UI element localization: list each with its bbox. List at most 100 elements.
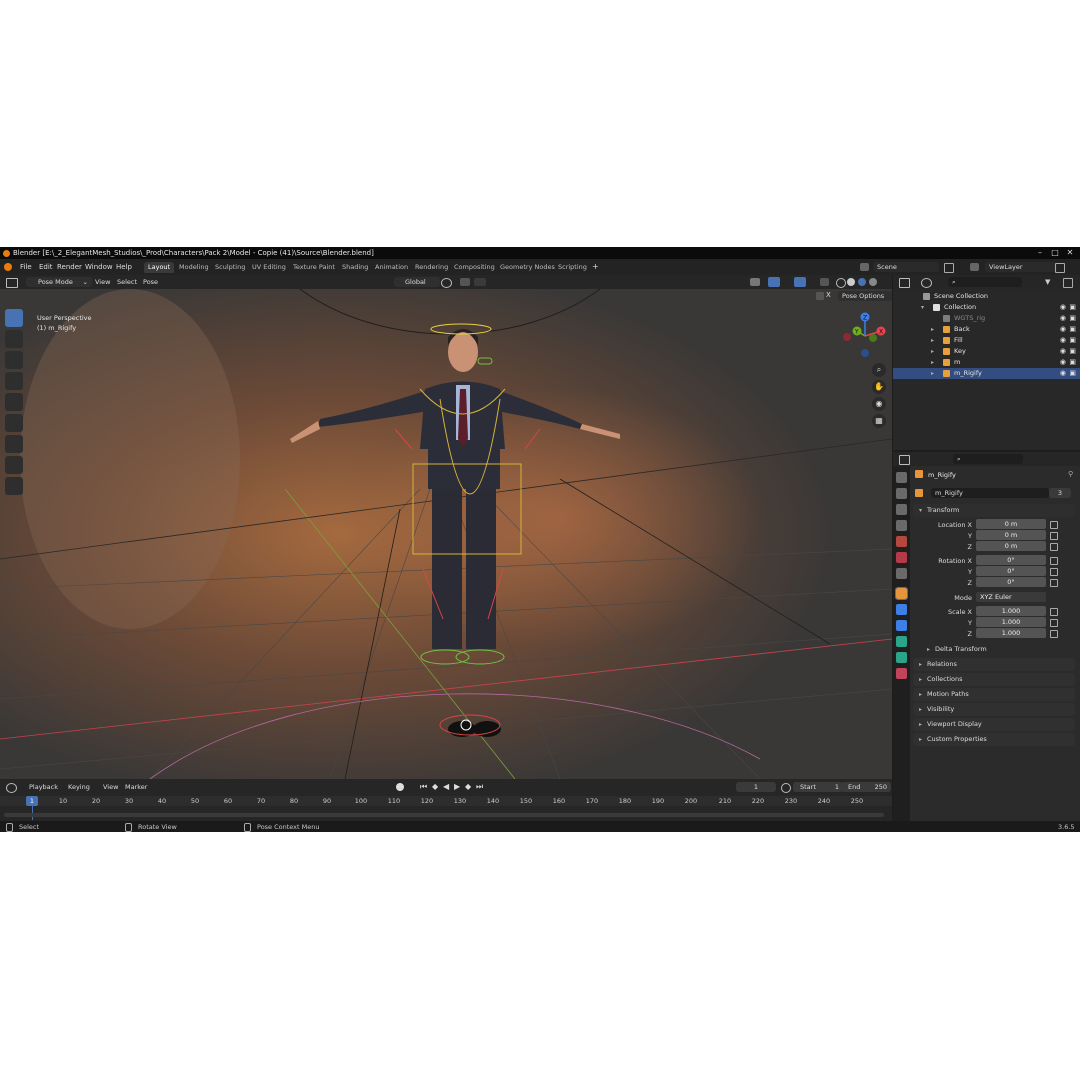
camera-render-icon[interactable]: ▣ <box>1069 335 1076 346</box>
menu-window[interactable]: Window <box>85 263 113 271</box>
xray-icon[interactable] <box>820 278 829 286</box>
scale-x-field[interactable]: 1.000 <box>976 606 1046 616</box>
eye-icon[interactable]: ◉ <box>1060 368 1066 379</box>
lock-icon[interactable] <box>1050 579 1058 587</box>
outliner-editor-icon[interactable] <box>899 278 910 288</box>
chevron-right-icon[interactable]: ▸ <box>931 357 934 368</box>
properties-editor-icon[interactable] <box>899 455 910 465</box>
gizmo-toggle-icon[interactable] <box>768 277 780 287</box>
object-name-field[interactable]: m_Rigify <box>931 488 1049 498</box>
transform-affect-icon[interactable] <box>816 292 824 300</box>
cursor-tool[interactable] <box>5 330 23 348</box>
tab-layout[interactable]: Layout <box>144 262 175 273</box>
menu-keying[interactable]: Keying <box>68 783 90 791</box>
maximize-button[interactable]: □ <box>1047 248 1063 258</box>
object-datablock-icon[interactable] <box>915 489 923 497</box>
rotate-tool[interactable] <box>5 372 23 390</box>
outliner-row[interactable]: ▸ m_Rigify ◉ ▣ <box>893 368 1080 379</box>
rotation-mode-dropdown[interactable]: XYZ Euler <box>976 592 1046 602</box>
end-frame-field[interactable]: End 250 <box>841 782 891 792</box>
jump-start-icon[interactable]: ⏮ <box>420 782 427 792</box>
tab-compositing[interactable]: Compositing <box>450 262 499 273</box>
new-collection-icon[interactable] <box>1063 278 1073 288</box>
custom-properties-panel[interactable]: ▸ Custom Properties <box>913 733 1075 746</box>
transform-panel-header[interactable]: ▾ Transform <box>913 504 1075 517</box>
editor-type-icon[interactable] <box>6 278 18 288</box>
outliner-row[interactable]: ▾ Collection ◉ ▣ <box>893 302 1080 313</box>
new-view-layer-icon[interactable] <box>1055 263 1065 273</box>
select-box-tool[interactable] <box>5 309 23 327</box>
timeline-editor-icon[interactable] <box>6 783 17 793</box>
viewport-display-panel[interactable]: ▸ Viewport Display <box>913 718 1075 731</box>
pan-hand-icon[interactable]: ✋ <box>872 380 886 394</box>
menu-pose[interactable]: Pose <box>143 278 158 286</box>
3d-viewport[interactable]: User Perspective (1) m_Rigify X Y Z ⌕ ✋ … <box>0 289 892 779</box>
new-scene-icon[interactable] <box>944 263 954 273</box>
perspective-grid-icon[interactable]: ▦ <box>872 414 886 428</box>
current-frame-field[interactable]: 1 <box>736 782 776 792</box>
navigation-gizmo[interactable]: X Y Z <box>840 311 890 361</box>
clock-icon[interactable] <box>781 783 791 793</box>
pivot-point-icon[interactable] <box>441 278 452 288</box>
lock-icon[interactable] <box>1050 557 1058 565</box>
overlay-toggle-icon[interactable] <box>794 277 806 287</box>
lock-icon[interactable] <box>1050 543 1058 551</box>
menu-edit[interactable]: Edit <box>39 263 53 271</box>
outliner-row[interactable]: ▸ Key ◉ ▣ <box>893 346 1080 357</box>
chevron-right-icon[interactable]: ▸ <box>931 368 934 379</box>
outliner-row[interactable]: Scene Collection <box>893 291 1080 302</box>
outliner-search-input[interactable]: ⌕ <box>948 277 1022 287</box>
filter-icon[interactable]: ▼ <box>1045 278 1054 286</box>
mode-dropdown[interactable]: Pose Mode ⌄ <box>26 277 92 287</box>
lock-icon[interactable] <box>1050 608 1058 616</box>
menu-playback[interactable]: Playback <box>29 783 58 791</box>
next-keyframe-icon[interactable]: ◆ <box>465 782 471 791</box>
menu-render[interactable]: Render <box>57 263 82 271</box>
jump-end-icon[interactable]: ⏭ <box>476 782 483 792</box>
eye-icon[interactable]: ◉ <box>1060 357 1066 368</box>
eye-icon[interactable]: ◉ <box>1060 324 1066 335</box>
rotation-y-field[interactable]: 0° <box>976 566 1046 576</box>
solid-shading-icon[interactable] <box>847 278 855 286</box>
prev-keyframe-icon[interactable]: ◆ <box>432 782 438 791</box>
eye-icon[interactable]: ◉ <box>1060 335 1066 346</box>
menu-marker[interactable]: Marker <box>125 783 147 791</box>
camera-render-icon[interactable]: ▣ <box>1069 324 1076 335</box>
close-button[interactable]: ✕ <box>1062 248 1078 258</box>
scene-field[interactable]: Scene <box>873 262 939 272</box>
view-layer-tab-icon[interactable] <box>896 520 907 531</box>
rotation-z-field[interactable]: 0° <box>976 577 1046 587</box>
transform-tool[interactable] <box>5 414 23 432</box>
location-y-field[interactable]: 0 m <box>976 530 1046 540</box>
tab-rendering[interactable]: Rendering <box>411 262 452 273</box>
zoom-icon[interactable]: ⌕ <box>872 363 886 377</box>
add-workspace-button[interactable]: + <box>592 262 599 271</box>
lock-icon[interactable] <box>1050 521 1058 529</box>
tab-scripting[interactable]: Scripting <box>554 262 591 273</box>
chevron-right-icon[interactable]: ▸ <box>931 335 934 346</box>
menu-help[interactable]: Help <box>116 263 132 271</box>
eye-icon[interactable]: ◉ <box>1060 346 1066 357</box>
physics-tab-icon[interactable] <box>896 620 907 631</box>
outliner-row[interactable]: ▸ Back ◉ ▣ <box>893 324 1080 335</box>
tab-sculpting[interactable]: Sculpting <box>211 262 249 273</box>
output-tab-icon[interactable] <box>896 504 907 515</box>
camera-render-icon[interactable]: ▣ <box>1069 302 1076 313</box>
menu-select[interactable]: Select <box>117 278 137 286</box>
tab-geometry-nodes[interactable]: Geometry Nodes <box>496 262 559 273</box>
orientation-dropdown[interactable]: Global <box>394 277 440 287</box>
snap-target-icon[interactable] <box>474 278 486 286</box>
menu-file[interactable]: File <box>20 263 32 271</box>
move-tool[interactable] <box>5 351 23 369</box>
lock-icon[interactable] <box>1050 568 1058 576</box>
view-layer-icon[interactable] <box>970 263 979 271</box>
tool-tab-icon[interactable] <box>896 472 907 483</box>
scale-tool[interactable] <box>5 393 23 411</box>
tab-shading[interactable]: Shading <box>338 262 372 273</box>
eye-icon[interactable]: ◉ <box>1060 302 1066 313</box>
camera-render-icon[interactable]: ▣ <box>1069 313 1076 324</box>
menu-view[interactable]: View <box>95 278 110 286</box>
location-x-field[interactable]: 0 m <box>976 519 1046 529</box>
tab-animation[interactable]: Animation <box>371 262 412 273</box>
mirror-x-label[interactable]: X <box>826 291 836 301</box>
